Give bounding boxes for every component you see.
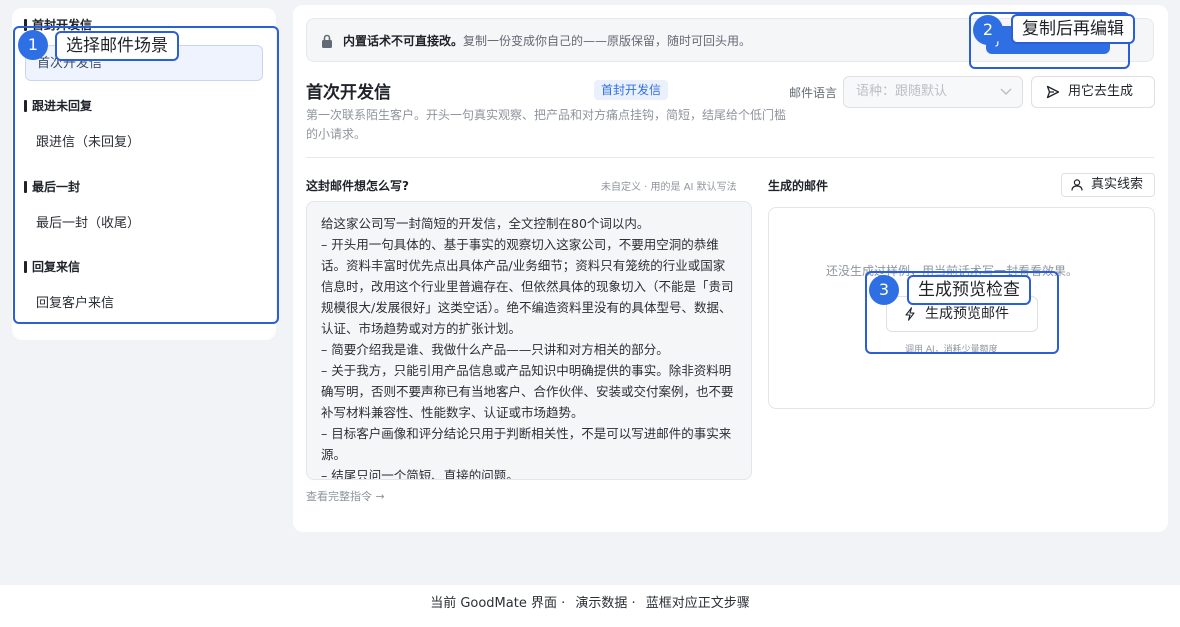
prompt-line: – 关于我方，只能引用产品信息或产品知识中明确提供的事实。除非资料明确写明，否则… (321, 363, 734, 420)
callout-label-1: 选择邮件场景 (55, 31, 179, 61)
use-to-generate-button[interactable]: 用它去生成 (1031, 76, 1155, 108)
page-description: 第一次联系陌生客户。开头一句真实观察、把产品和对方痛点挂钩，简短，结尾给个低门槛… (306, 108, 787, 141)
language-label: 邮件语言 (789, 86, 838, 100)
prompt-section-note: 未自定义 · 用的是 AI 默认写法 (601, 182, 737, 193)
notice-bold: 内置话术不可直接改。 (343, 34, 464, 48)
prompt-box[interactable]: 给这家公司写一封简短的开发信，全文控制在80个词以内。 – 开头用一句具体的、基… (306, 201, 752, 480)
prompt-line: – 简要介绍我是谁、我做什么产品——只讲和对方相关的部分。 (321, 342, 669, 357)
caption-c: 蓝框对应正文步骤 (645, 596, 750, 611)
step-number-2: 2 (973, 15, 1003, 45)
callout-label-2: 复制后再编辑 (1011, 14, 1135, 44)
caption-b: 演示数据 · (575, 596, 636, 611)
lock-icon (322, 34, 332, 48)
result-section-title: 生成的邮件 (768, 179, 829, 193)
prompt-line: – 目标客户画像和评分结论只用于判断相关性，不是可以写进邮件的事实来源。 (321, 426, 732, 462)
real-lead-label: 真实线索 (1091, 177, 1144, 192)
notice-text: 复制一份变成你自己的——原版保留，随时可回头用。 (463, 34, 752, 48)
real-lead-button[interactable]: 真实线索 (1061, 173, 1155, 197)
prompt-line: – 结尾只问一个简短、直接的问题。 (321, 468, 519, 480)
section-divider (306, 157, 1154, 158)
callout-label-3: 生成预览检查 (907, 275, 1031, 305)
prompt-section-title: 这封邮件想怎么写? (306, 179, 409, 193)
page-title: 首次开发信 (306, 83, 391, 103)
prompt-line: – 开头用一句具体的、基于事实的观察切入这家公司，不要用空洞的恭维话。资料丰富时… (321, 237, 734, 336)
chevron-down-icon (1000, 88, 1012, 95)
view-full-prompt-link[interactable]: 查看完整指令 → (306, 488, 385, 504)
use-to-generate-label: 用它去生成 (1068, 84, 1134, 99)
caption-footer: 当前 GoodMate 界面 · 演示数据 · 蓝框对应正文步骤 (0, 585, 1180, 627)
step-number-1: 1 (18, 30, 48, 60)
caption-a: 当前 GoodMate 界面 · (430, 596, 566, 611)
scene-tag: 首封开发信 (594, 80, 669, 100)
user-icon (1071, 179, 1083, 191)
step-number-3: 3 (869, 275, 899, 305)
highlight-box-1 (13, 26, 279, 324)
send-icon (1046, 85, 1060, 99)
prompt-line: 给这家公司写一封简短的开发信，全文控制在80个词以内。 (321, 216, 650, 231)
language-value: 语种：跟随默认 (856, 84, 948, 99)
language-select[interactable]: 语种：跟随默认 (843, 76, 1023, 108)
